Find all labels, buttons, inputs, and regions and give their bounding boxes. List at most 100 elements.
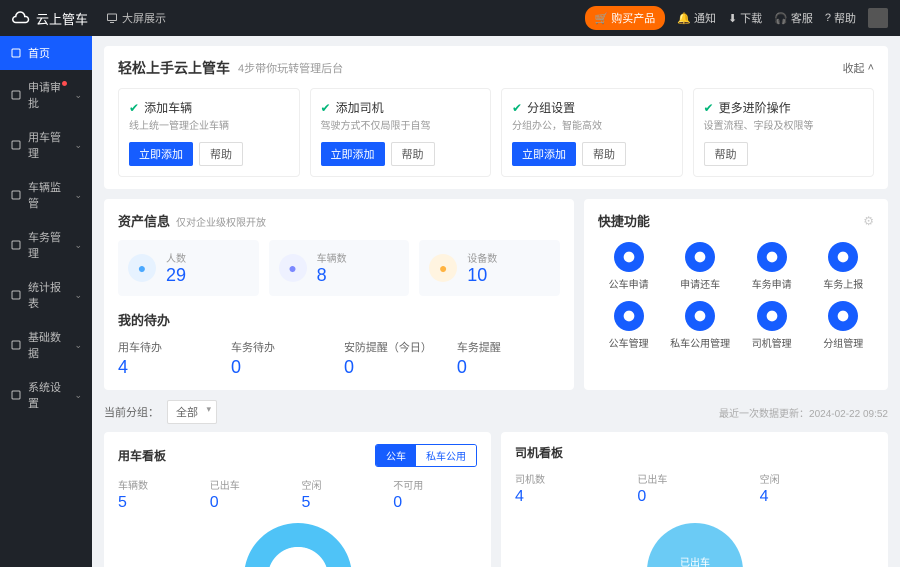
shortcut-item[interactable]: 司机管理 xyxy=(741,301,803,350)
check-icon: ✔ xyxy=(704,101,714,115)
todo-item[interactable]: 用车待办4 xyxy=(118,339,221,378)
chevron-up-icon: ˄ xyxy=(868,62,874,74)
board2-title: 司机看板 xyxy=(515,444,563,461)
step-card: ✔添加司机驾驶方式不仅局限于自驾立即添加帮助 xyxy=(310,88,492,177)
assets-card: 资产信息仅对企业级权限开放 ●人数29●车辆数8●设备数10 我的待办 用车待办… xyxy=(104,199,574,390)
board1-chart xyxy=(118,522,477,567)
asset-icon: ● xyxy=(279,254,307,282)
sidebar-item-车务管理[interactable]: 车务管理⌄ xyxy=(0,220,92,270)
shortcut-icon xyxy=(685,242,715,272)
shortcut-item[interactable]: 公车管理 xyxy=(598,301,660,350)
gear-icon[interactable]: ⚙ xyxy=(863,214,874,228)
driver-board: 司机看板 司机数4已出车0空闲4 已出车 空闲 已出车空闲 xyxy=(501,432,888,567)
stat-item: 已出车0 xyxy=(210,477,294,512)
board1-title: 用车看板 xyxy=(118,447,166,464)
shortcut-item[interactable]: 分组管理 xyxy=(812,301,874,350)
filter-bar: 当前分组： 全部 最近一次数据更新：2024-02-22 09:52 xyxy=(104,400,888,424)
main-content: 轻松上手云上管车 4步带你玩转管理后台 收起˄ ✔添加车辆线上统一管理企业车辆立… xyxy=(92,36,900,567)
stat-item: 司机数4 xyxy=(515,471,629,506)
cart-icon: 🛒 xyxy=(595,12,609,25)
topbar: 云上管车 大屏展示 🛒购买产品 🔔通知 ⬇下载 🎧客服 ?帮助 xyxy=(0,0,900,36)
tab-public[interactable]: 公车 xyxy=(376,445,416,466)
quickstart-card: 轻松上手云上管车 4步带你玩转管理后台 收起˄ ✔添加车辆线上统一管理企业车辆立… xyxy=(104,46,888,189)
buy-button[interactable]: 🛒购买产品 xyxy=(585,6,666,30)
download-icon: ⬇ xyxy=(728,12,737,25)
db-icon xyxy=(10,339,22,351)
help-button[interactable]: 帮助 xyxy=(199,142,243,166)
logo: 云上管车 xyxy=(12,9,88,28)
step-card: ✔分组设置分组办公，智能高效立即添加帮助 xyxy=(501,88,683,177)
headset-icon: 🎧 xyxy=(774,12,788,25)
quickstart-title: 轻松上手云上管车 xyxy=(118,58,230,78)
check-icon: ✔ xyxy=(321,101,331,115)
quickstart-subtitle: 4步带你玩转管理后台 xyxy=(238,60,343,76)
shortcut-icon xyxy=(685,301,715,331)
sidebar-item-系统设置[interactable]: 系统设置⌄ xyxy=(0,370,92,420)
sidebar-item-车辆监管[interactable]: 车辆监管⌄ xyxy=(0,170,92,220)
add-button[interactable]: 立即添加 xyxy=(512,142,576,166)
download-link[interactable]: ⬇下载 xyxy=(728,10,762,26)
filter-label: 当前分组： xyxy=(104,404,159,420)
shortcut-icon xyxy=(828,301,858,331)
shortcut-item[interactable]: 公车申请 xyxy=(598,242,660,291)
sidebar-item-首页[interactable]: 首页 xyxy=(0,36,92,70)
shortcuts-title: 快捷功能 xyxy=(598,211,650,230)
add-button[interactable]: 立即添加 xyxy=(321,142,385,166)
sidebar-item-用车管理[interactable]: 用车管理⌄ xyxy=(0,120,92,170)
sidebar: 首页申请审批⌄用车管理⌄车辆监管⌄车务管理⌄统计报表⌄基础数据⌄系统设置⌄ xyxy=(0,36,92,567)
chart-icon xyxy=(10,289,22,301)
stat-item: 已出车0 xyxy=(637,471,751,506)
help-icon: ? xyxy=(825,12,831,24)
chevron-down-icon: ⌄ xyxy=(74,240,82,251)
todo-item[interactable]: 安防提醒（今日）0 xyxy=(344,339,447,378)
shortcuts-card: 快捷功能 ⚙ 公车申请申请还车车务申请车务上报公车管理私车公用管理司机管理分组管… xyxy=(584,199,888,390)
update-time: 最近一次数据更新：2024-02-22 09:52 xyxy=(719,405,888,420)
help-button[interactable]: 帮助 xyxy=(704,142,748,166)
help-button[interactable]: 帮助 xyxy=(391,142,435,166)
tab-private[interactable]: 私车公用 xyxy=(416,445,476,466)
sidebar-item-统计报表[interactable]: 统计报表⌄ xyxy=(0,270,92,320)
bell-icon: 🔔 xyxy=(677,12,691,25)
stat-item: 空闲4 xyxy=(760,471,874,506)
shortcut-icon xyxy=(614,301,644,331)
shortcut-icon xyxy=(757,301,787,331)
service-link[interactable]: 🎧客服 xyxy=(774,10,813,26)
shield-icon xyxy=(10,189,22,201)
asset-item: ●设备数10 xyxy=(419,240,560,296)
help-link[interactable]: ?帮助 xyxy=(825,10,856,26)
app-name: 云上管车 xyxy=(36,9,88,28)
gear-icon xyxy=(10,389,22,401)
add-button[interactable]: 立即添加 xyxy=(129,142,193,166)
notify-link[interactable]: 🔔通知 xyxy=(677,10,716,26)
chevron-down-icon: ⌄ xyxy=(74,290,82,301)
asset-item: ●人数29 xyxy=(118,240,259,296)
avatar[interactable] xyxy=(868,8,888,28)
stat-item: 不可用0 xyxy=(393,477,477,512)
chevron-down-icon: ⌄ xyxy=(74,340,82,351)
todo-title: 我的待办 xyxy=(118,310,560,329)
asset-icon: ● xyxy=(128,254,156,282)
doc-icon xyxy=(10,89,22,101)
check-icon: ✔ xyxy=(512,101,522,115)
wrench-icon xyxy=(10,239,22,251)
sidebar-item-申请审批[interactable]: 申请审批⌄ xyxy=(0,70,92,120)
badge-dot xyxy=(62,81,67,86)
asset-icon: ● xyxy=(429,254,457,282)
group-select[interactable]: 全部 xyxy=(167,400,217,424)
shortcut-item[interactable]: 申请还车 xyxy=(669,242,731,291)
sidebar-item-基础数据[interactable]: 基础数据⌄ xyxy=(0,320,92,370)
cloud-icon xyxy=(12,9,30,27)
svg-text:已出车: 已出车 xyxy=(680,556,710,567)
chevron-down-icon: ⌄ xyxy=(74,90,82,101)
todo-item[interactable]: 车务提醒0 xyxy=(457,339,560,378)
bigscreen-link[interactable]: 大屏展示 xyxy=(106,10,166,26)
shortcut-item[interactable]: 车务申请 xyxy=(741,242,803,291)
shortcut-item[interactable]: 私车公用管理 xyxy=(669,301,731,350)
help-button[interactable]: 帮助 xyxy=(582,142,626,166)
shortcut-item[interactable]: 车务上报 xyxy=(812,242,874,291)
todo-item[interactable]: 车务待办0 xyxy=(231,339,334,378)
board2-chart: 已出车 空闲 xyxy=(515,516,874,567)
collapse-button[interactable]: 收起˄ xyxy=(843,60,874,76)
shortcut-icon xyxy=(614,242,644,272)
board1-tabs: 公车 私车公用 xyxy=(375,444,477,467)
